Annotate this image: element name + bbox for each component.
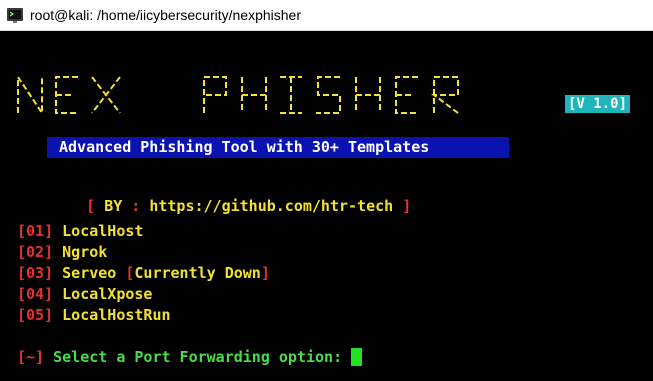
menu-item-label: LocalHost (62, 222, 144, 240)
menu-item-serveo: [03] Serveo [Currently Down] (17, 264, 270, 282)
command-prompt[interactable]: [~] Select a Port Forwarding option: (17, 348, 363, 366)
version-badge: [V 1.0] (565, 95, 631, 113)
credit-url: https://github.com/htr-tech (149, 197, 394, 215)
window-title: root@kali: /home/iicybersecurity/nexphis… (30, 7, 301, 23)
credit-by: BY (104, 197, 123, 215)
serveo-status-text: Currently Down (134, 264, 261, 282)
menu-item-label: Serveo (62, 264, 117, 282)
menu-item-number: [05] (17, 306, 54, 324)
nexphisher-ascii-logo (17, 73, 459, 117)
menu-item-localxpose: [04] LocalXpose (17, 285, 152, 303)
menu-item-localhost: [01] LocalHost (17, 222, 143, 240)
prompt-marker: [~] (17, 348, 45, 366)
menu-item-label: LocalXpose (62, 285, 153, 303)
menu-item-number: [03] (17, 264, 54, 282)
terminal-app-icon (7, 8, 23, 23)
credit-open-bracket: [ (86, 197, 96, 215)
menu-item-number: [04] (17, 285, 54, 303)
menu-item-label: LocalHostRun (62, 306, 171, 324)
menu-item-localhostrun: [05] LocalHostRun (17, 306, 171, 324)
menu-item-ngrok: [02] Ngrok (17, 243, 107, 261)
prompt-text: Select a Port Forwarding option: (53, 348, 343, 366)
window-titlebar[interactable]: root@kali: /home/iicybersecurity/nexphis… (0, 0, 653, 31)
menu-item-label: Ngrok (62, 243, 108, 261)
credit-close-bracket: ] (402, 197, 412, 215)
menu-item-number: [02] (17, 243, 54, 261)
input-cursor[interactable] (351, 348, 363, 366)
menu-item-number: [01] (17, 222, 54, 240)
tool-description-banner: Advanced Phishing Tool with 30+ Template… (47, 137, 509, 158)
terminal-output[interactable]: [V 1.0] Advanced Phishing Tool with 30+ … (0, 31, 653, 381)
serveo-status-note: [Currently Down] (125, 264, 270, 282)
credit-separator: : (131, 197, 141, 215)
